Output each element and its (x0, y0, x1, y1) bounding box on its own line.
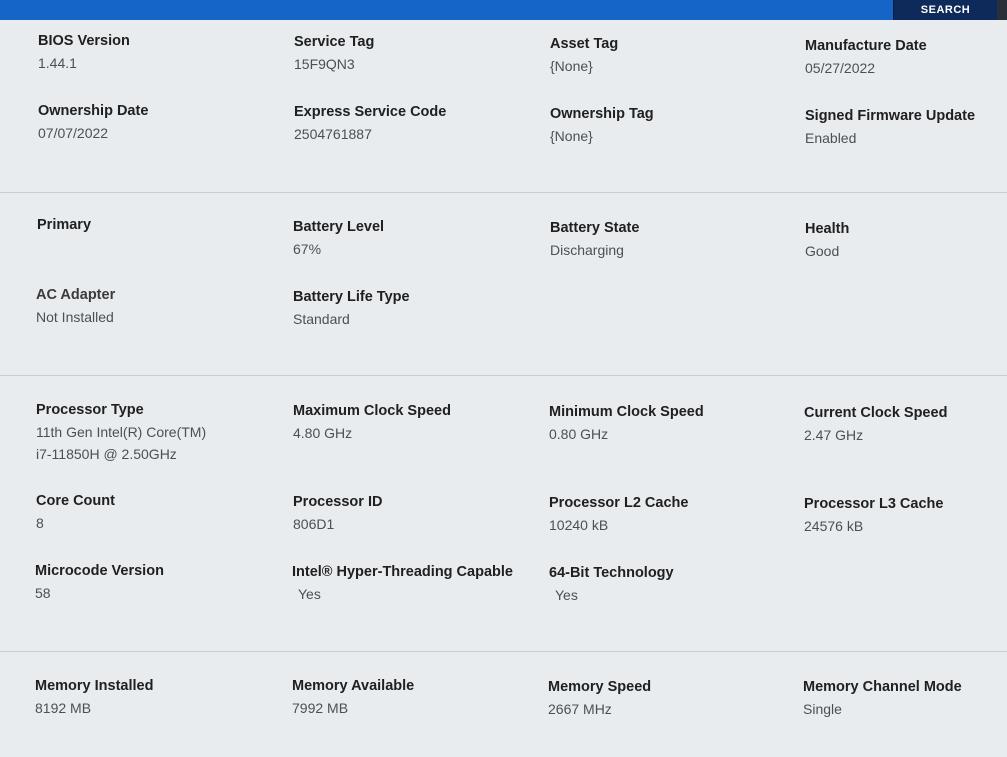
field-value: 2504761887 (294, 126, 372, 142)
field-asset-tag: Asset Tag {None} (550, 35, 790, 77)
field-value-line2: i7-11850H @ 2.50GHz (36, 446, 177, 462)
section-divider (0, 651, 1007, 652)
field-label: Memory Available (292, 678, 415, 694)
field-value: Yes (298, 586, 321, 602)
field-battery-life-type: Battery Life Type Standard (293, 288, 533, 330)
field-core-count: Core Count 8 (36, 492, 276, 534)
field-battery-state: Battery State Discharging (550, 219, 790, 261)
field-memory-speed: Memory Speed 2667 MHz (548, 678, 788, 720)
field-value: 4.80 GHz (293, 425, 353, 441)
field-label: 64-Bit Technology (549, 565, 674, 581)
field-label: Memory Channel Mode (803, 679, 962, 695)
field-value: {None} (550, 58, 593, 74)
section-divider (0, 375, 1007, 376)
field-value: Single (803, 701, 842, 717)
field-label: Health (805, 221, 850, 237)
field-value: 8192 MB (35, 700, 92, 716)
field-maximum-clock-speed: Maximum Clock Speed 4.80 GHz (293, 402, 533, 444)
field-processor-id: Processor ID 806D1 (293, 493, 533, 535)
top-bar: SEARCH (0, 0, 1007, 20)
field-value: Enabled (805, 130, 857, 146)
field-label: Signed Firmware Update (805, 108, 976, 124)
field-label: Ownership Tag (550, 106, 654, 122)
field-health: Health Good (805, 220, 1007, 262)
field-current-clock-speed: Current Clock Speed 2.47 GHz (804, 404, 1007, 446)
field-label: BIOS Version (38, 33, 130, 49)
field-signed-firmware-update: Signed Firmware Update Enabled (805, 107, 1007, 149)
field-memory-installed: Memory Installed 8192 MB (35, 677, 275, 719)
field-label: Service Tag (294, 34, 375, 50)
field-label: Ownership Date (38, 103, 149, 119)
field-express-service-code: Express Service Code 2504761887 (294, 103, 534, 145)
field-processor-l3-cache: Processor L3 Cache 24576 kB (804, 495, 1007, 537)
field-label: Microcode Version (35, 563, 164, 579)
field-memory-available: Memory Available 7992 MB (292, 677, 532, 719)
field-label: Minimum Clock Speed (549, 404, 704, 420)
field-label: Battery Life Type (293, 289, 410, 305)
field-label: Memory Speed (548, 679, 652, 695)
field-label: Processor ID (293, 494, 383, 510)
top-bar-edge (997, 0, 1007, 20)
field-label: Memory Installed (35, 678, 154, 694)
field-label: Battery State (550, 220, 640, 236)
field-label: Asset Tag (550, 36, 619, 52)
field-value: 67% (293, 241, 322, 257)
field-value: 15F9QN3 (294, 56, 355, 72)
field-memory-channel-mode: Memory Channel Mode Single (803, 678, 1007, 720)
field-label: Primary (37, 217, 92, 233)
field-value: Yes (555, 587, 578, 603)
field-value: {None} (550, 128, 593, 144)
field-value: Standard (293, 311, 350, 327)
field-value: Not Installed (36, 309, 114, 325)
field-minimum-clock-speed: Minimum Clock Speed 0.80 GHz (549, 403, 789, 445)
field-ac-adapter: AC Adapter Not Installed (36, 286, 276, 328)
field-hyper-threading-capable: Intel® Hyper-Threading Capable Yes (292, 563, 542, 605)
field-value: 2.47 GHz (804, 427, 864, 443)
field-label: Battery Level (293, 219, 385, 235)
search-button[interactable]: SEARCH (893, 0, 997, 20)
field-value: 8 (36, 515, 44, 531)
field-processor-l2-cache: Processor L2 Cache 10240 kB (549, 494, 789, 536)
field-value: 10240 kB (549, 517, 609, 533)
field-value: 11th Gen Intel(R) Core(TM) (36, 424, 207, 440)
field-value: 05/27/2022 (805, 60, 876, 76)
field-value: 2667 MHz (548, 701, 612, 717)
field-label: Intel® Hyper-Threading Capable (292, 564, 513, 580)
field-value: 24576 kB (804, 518, 864, 534)
field-value: 0.80 GHz (549, 426, 609, 442)
field-label: Processor L2 Cache (549, 495, 689, 511)
section-divider (0, 192, 1007, 193)
field-ownership-date: Ownership Date 07/07/2022 (38, 102, 278, 144)
field-value: 1.44.1 (38, 55, 77, 71)
field-primary: Primary (37, 216, 277, 234)
field-processor-type: Processor Type 11th Gen Intel(R) Core(TM… (36, 401, 276, 465)
field-label: Core Count (36, 493, 115, 509)
field-label: Processor L3 Cache (804, 496, 944, 512)
field-label: AC Adapter (36, 287, 116, 303)
field-label: Maximum Clock Speed (293, 403, 451, 419)
field-value: 806D1 (293, 516, 335, 532)
field-bios-version: BIOS Version 1.44.1 (38, 32, 278, 74)
field-ownership-tag: Ownership Tag {None} (550, 105, 790, 147)
field-value: 58 (35, 585, 51, 601)
field-value: Discharging (550, 242, 624, 258)
field-value: 7992 MB (292, 700, 349, 716)
field-label: Current Clock Speed (804, 405, 948, 421)
field-microcode-version: Microcode Version 58 (35, 562, 275, 604)
field-value: Good (805, 243, 840, 259)
field-service-tag: Service Tag 15F9QN3 (294, 33, 534, 75)
field-label: Manufacture Date (805, 38, 927, 54)
field-battery-level: Battery Level 67% (293, 218, 533, 260)
field-label: Express Service Code (294, 104, 447, 120)
field-64-bit-technology: 64-Bit Technology Yes (549, 564, 789, 606)
field-manufacture-date: Manufacture Date 05/27/2022 (805, 37, 1007, 79)
field-value: 07/07/2022 (38, 125, 109, 141)
field-label: Processor Type (36, 402, 144, 418)
